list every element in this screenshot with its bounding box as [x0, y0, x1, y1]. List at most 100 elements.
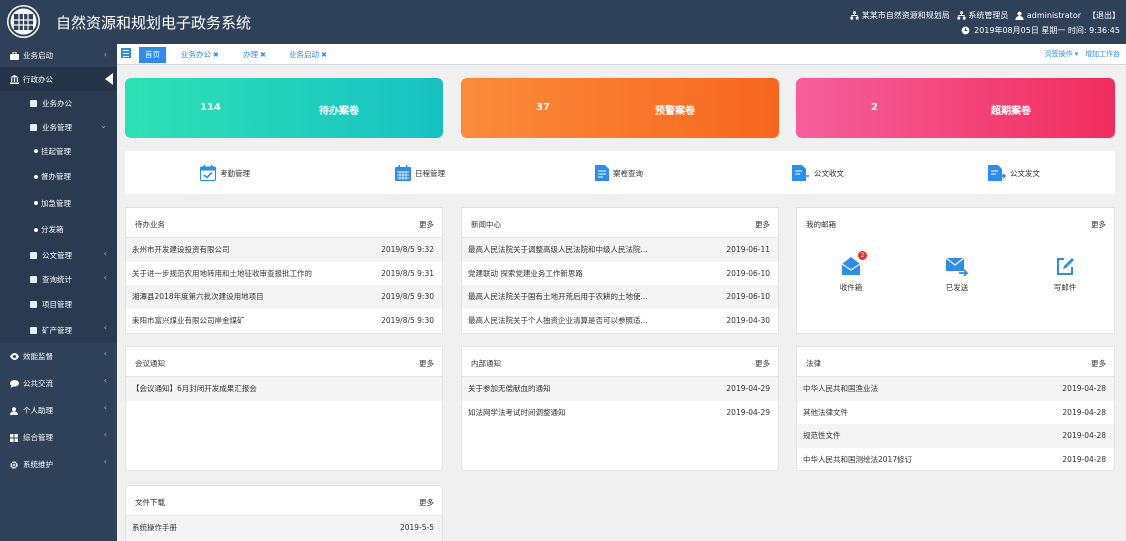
clock-icon [961, 26, 970, 35]
quick-case-query[interactable]: 案卷查询 [595, 165, 643, 181]
user-icon [10, 406, 18, 415]
sidebar-item-supervise[interactable]: 督办管理 [0, 163, 117, 190]
list-item[interactable]: 【会议通知】6月封闭开发成果汇报会 [126, 377, 442, 401]
sidebar-item-admin-office[interactable]: 行政办公 [0, 67, 117, 91]
role-item[interactable]: 系统管理员 [957, 10, 1009, 21]
list-item[interactable]: 关于进一步规范农用地转用和土地征收审查报批工作的 2019/8/5 9:31 [126, 262, 442, 286]
org-item[interactable]: 某某市自然资源和规划局 [850, 10, 950, 21]
stat-card-pending[interactable]: 114 待办案卷 [125, 78, 443, 138]
tab-home[interactable]: 首页 [139, 47, 166, 63]
doc-icon [29, 326, 37, 334]
quick-doc-receive[interactable]: 公文收文 [792, 165, 844, 181]
tab-business-start[interactable]: 业务启动 ✖ [289, 47, 327, 63]
file-download-panel: 文件下载 更多 系统操作手册 2019-5-5 [125, 485, 443, 541]
sidebar-item-system-maintenance[interactable]: 系统维护 ‹ [0, 451, 117, 478]
more-link[interactable]: 更多 [1091, 219, 1106, 230]
more-link[interactable]: 更多 [755, 219, 770, 230]
sidebar-item-public-exchange[interactable]: 公共交流 ‹ [0, 370, 117, 397]
sidebar-item-dispatch-box[interactable]: 分发箱 [0, 216, 117, 243]
news-panel: 新闻中心 更多 最高人民法院关于调整高级人民法院和中级人民法院... 2019-06… [461, 207, 779, 334]
list-item[interactable]: 耒阳市富兴煤业有限公司岸金煤矿 2019/8/5 9:30 [126, 309, 442, 333]
sidebar-item-business-office[interactable]: 业务办公 [0, 91, 117, 115]
bank-icon [9, 74, 19, 84]
list-item[interactable]: 党建联动 探索党建业务工作新思路 2019-06-10 [462, 262, 778, 286]
page-actions-dropdown[interactable]: 页签操作 ▾ [1045, 50, 1079, 58]
add-workbench-link[interactable]: 增加工作台 [1085, 50, 1120, 58]
quick-attendance[interactable]: 考勤管理 [200, 165, 250, 181]
sidebar-item-mineral-management[interactable]: 矿产管理 ‹ [0, 317, 117, 343]
panel-title: 会议通知 [135, 359, 165, 368]
sidebar-item-general-management[interactable]: 综合管理 ‹ [0, 424, 117, 451]
item-text: 最高人民法院关于国有土地开荒后用于农耕的土地使... [468, 292, 648, 301]
internal-notice-panel: 内部通知 更多 关于参加无偿献血的通知 2019-04-29 如法网学法考试时间调整… [461, 346, 779, 471]
top-header: 自然资源和规划电子政务系统 某某市自然资源和规划局 系统管理员 administ… [0, 0, 1126, 44]
chevron-left-icon: ‹ [103, 349, 107, 358]
quick-label: 公文发文 [1010, 168, 1040, 178]
stat-card-warning[interactable]: 37 预警案卷 [461, 78, 779, 138]
item-text: 关于进一步规范农用地转用和土地征收审查报批工作的 [132, 268, 312, 278]
sidebar-item-label: 督办管理 [41, 172, 71, 181]
panel-title: 文件下载 [135, 498, 165, 507]
sidebar-item-personal-assistant[interactable]: 个人助理 ‹ [0, 397, 117, 424]
sidebar-item-project-management[interactable]: 项目管理 [0, 291, 117, 317]
user-item[interactable]: administrator [1015, 11, 1081, 20]
sidebar-item-business-management[interactable]: 业务管理 ⌄ [0, 115, 117, 139]
close-icon[interactable]: ✖ [213, 51, 219, 59]
sidebar-item-suspend[interactable]: 挂起管理 [0, 139, 117, 163]
quick-access-bar: 考勤管理 日程管理 案卷查询 公文收文 公文发文 [125, 151, 1115, 194]
sidebar-item-document-management[interactable]: 公文管理 ‹ [0, 243, 117, 267]
list-item[interactable]: 系统操作手册 2019-5-5 [126, 516, 442, 540]
tabbar-actions: 页签操作 ▾ 增加工作台 [1045, 49, 1120, 59]
menu-toggle-icon[interactable] [121, 48, 131, 58]
list-item[interactable]: 规范性文件 2019-04-28 [797, 424, 1114, 448]
more-link[interactable]: 更多 [419, 219, 434, 230]
list-item[interactable]: 湘潭县2018年度第六批次建设用地项目 2019/8/5 9:30 [126, 285, 442, 309]
list-item[interactable]: 最高人民法院关于调整高级人民法院和中级人民法院... 2019-06-11 [462, 238, 778, 262]
tab-handle[interactable]: 办理 ✖ [243, 47, 266, 63]
sidebar-item-business-start[interactable]: 业务启动 ‹ [0, 44, 117, 67]
doc-icon [29, 123, 37, 131]
quick-schedule[interactable]: 日程管理 [395, 165, 445, 181]
tab-business-office[interactable]: 业务办公 ✖ [181, 47, 219, 63]
doc-icon [29, 251, 37, 259]
compose-button[interactable]: 写邮件 [1030, 256, 1100, 293]
list-item[interactable]: 中华人民共和国渔业法 2019-04-28 [797, 377, 1114, 401]
list-item[interactable]: 最高人民法院关于国有土地开荒后用于农耕的土地使... 2019-06-10 [462, 285, 778, 309]
close-icon[interactable]: ✖ [260, 51, 266, 59]
quick-doc-send[interactable]: 公文发文 [988, 165, 1040, 181]
list-item[interactable]: 关于参加无偿献血的通知 2019-04-29 [462, 377, 778, 401]
more-link[interactable]: 更多 [755, 358, 770, 369]
sent-button[interactable]: 已发送 [922, 256, 992, 293]
list-item[interactable]: 如法网学法考试时间调整通知 2019-04-29 [462, 401, 778, 425]
list-item[interactable]: 其他法律文件 2019-04-28 [797, 401, 1114, 425]
panel-title: 内部通知 [471, 359, 501, 368]
logo-icon [7, 5, 40, 38]
more-link[interactable]: 更多 [419, 497, 434, 508]
sidebar-item-label: 分发箱 [41, 225, 64, 234]
sidebar-item-urgent[interactable]: 加急管理 [0, 190, 117, 216]
role-name: 系统管理员 [968, 11, 1009, 20]
more-link[interactable]: 更多 [419, 358, 434, 369]
list-item[interactable]: 永州市开发建设投资有限公司 2019/8/5 9:32 [126, 238, 442, 262]
quick-label: 公文收文 [814, 168, 844, 178]
chevron-left-icon: ‹ [103, 323, 107, 332]
item-text: 耒阳市富兴煤业有限公司岸金煤矿 [132, 315, 245, 325]
tab-label: 业务办公 [181, 50, 211, 59]
sidebar-item-efficiency[interactable]: 效能监督 ‹ [0, 343, 117, 370]
stat-card-overdue[interactable]: 2 超期案卷 [796, 78, 1115, 138]
doc-send-icon [988, 165, 1006, 181]
doc-receive-icon [792, 165, 809, 181]
more-link[interactable]: 更多 [1091, 358, 1106, 369]
close-icon[interactable]: ✖ [321, 51, 327, 59]
chevron-left-icon: ‹ [103, 403, 107, 412]
doc-icon [29, 300, 37, 308]
inbox-button[interactable]: 2 收件箱 [816, 251, 886, 293]
sidebar-item-query-stats[interactable]: 查询统计 ‹ [0, 267, 117, 291]
item-date: 2019-04-28 [1062, 407, 1106, 417]
logout-link[interactable]: 【退出】 [1088, 10, 1120, 21]
sidebar-item-label: 业务管理 [42, 122, 72, 132]
sidebar-item-label: 公共交流 [23, 379, 53, 388]
list-item[interactable]: 中华人民共和国测绘法2017修订 2019-04-28 [797, 448, 1114, 472]
sidebar-item-label: 业务办公 [42, 98, 72, 108]
list-item[interactable]: 最高人民法院关于个人独资企业清算是否可以参照适... 2019-04-30 [462, 309, 778, 333]
